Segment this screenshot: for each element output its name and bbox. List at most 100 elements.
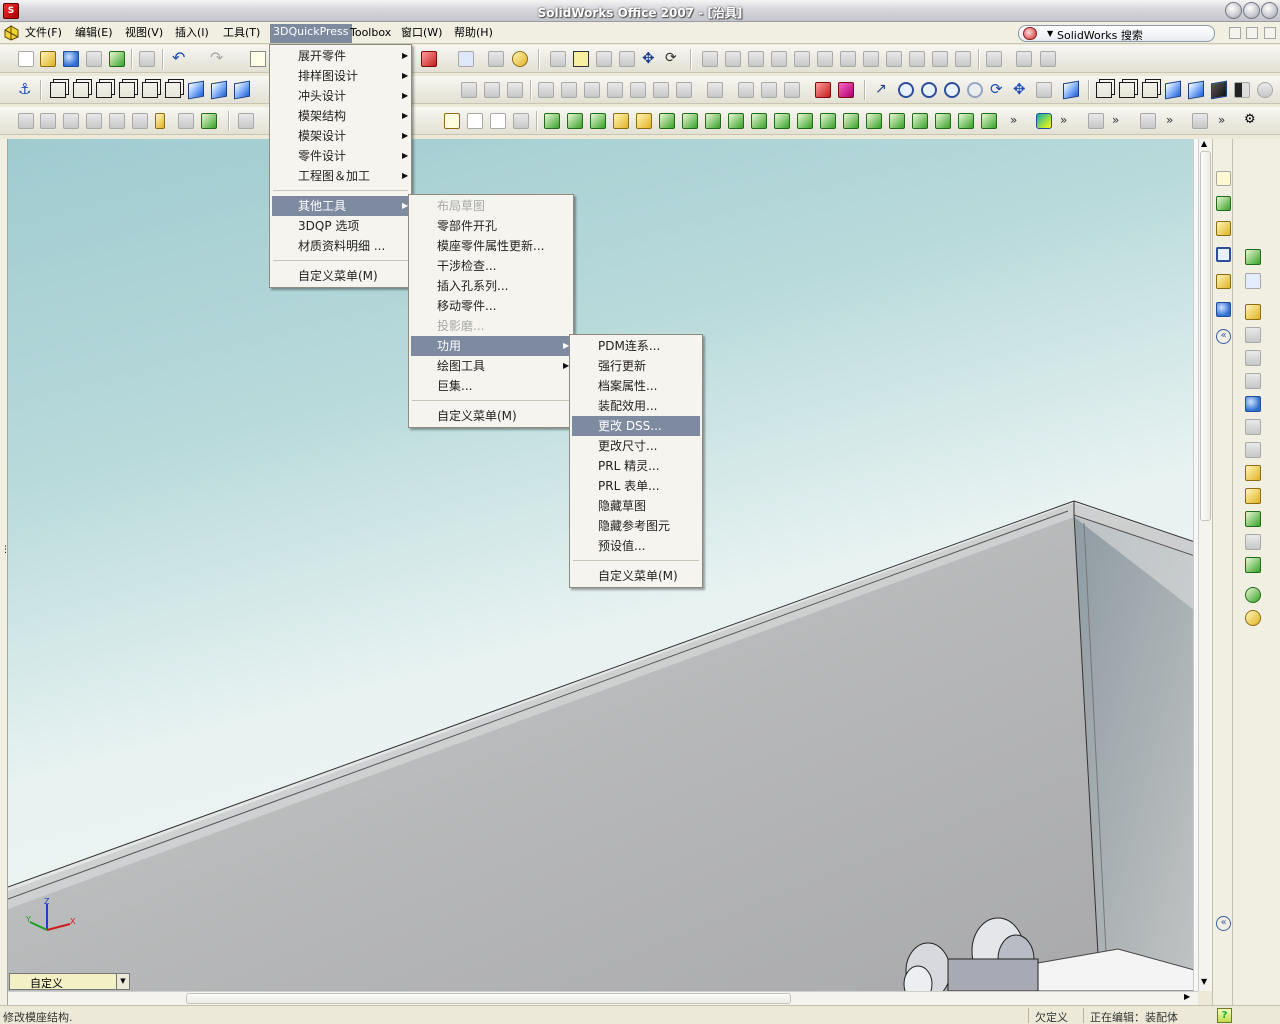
- sketch-icon-3[interactable]: [619, 51, 635, 67]
- vertical-scrollbar[interactable]: ▲ ▼: [1198, 139, 1212, 991]
- 3dqp-tool-icon-7[interactable]: [155, 113, 165, 129]
- anchor-icon[interactable]: ⚓: [18, 82, 34, 98]
- feature-icon-15[interactable]: [1040, 51, 1056, 67]
- assembly-tool-icon-16[interactable]: [1245, 610, 1261, 626]
- assembly-tool-icon-4[interactable]: [1245, 327, 1261, 343]
- feature-icon-4[interactable]: [771, 51, 787, 67]
- doc-minimize-button[interactable]: [1229, 27, 1241, 39]
- layer-icon[interactable]: [1088, 113, 1104, 129]
- file-explorer-icon[interactable]: [1216, 221, 1231, 236]
- sketch-icon-1[interactable]: [550, 51, 566, 67]
- open-folder-icon[interactable]: [40, 51, 56, 67]
- redo-icon[interactable]: ↷: [210, 50, 226, 67]
- undo-icon[interactable]: ↶: [172, 50, 188, 67]
- doc-restore-button[interactable]: [1246, 27, 1258, 39]
- menu-item-customize-menu[interactable]: 自定义菜单(M): [411, 406, 571, 426]
- menu-item-hide-reference[interactable]: 隐藏参考图元: [572, 516, 700, 536]
- sheetmetal-icon-3[interactable]: [507, 82, 523, 98]
- menu-item-customize-menu[interactable]: 自定义菜单(M): [272, 266, 409, 286]
- feature-icon-6[interactable]: [817, 51, 833, 67]
- trimetric-view-icon[interactable]: [211, 80, 227, 100]
- feature-icon-8[interactable]: [863, 51, 879, 67]
- feature-icon-10[interactable]: [909, 51, 925, 67]
- file-properties-icon[interactable]: [488, 51, 504, 67]
- mold-icon-5[interactable]: [636, 113, 652, 129]
- menu-item-die-structure[interactable]: 模架结构 ▶: [272, 106, 409, 126]
- sheetmetal-icon-4[interactable]: [538, 82, 554, 98]
- menu-item-drawing-machining[interactable]: 工程图＆加工 ▶: [272, 166, 409, 186]
- menu-item-utilities[interactable]: 功用 ▶: [411, 336, 571, 356]
- toolbar-overflow-icon[interactable]: »: [1060, 113, 1067, 127]
- rotate-view-icon[interactable]: ⟳: [990, 82, 1006, 98]
- zoom-to-area-icon[interactable]: [898, 82, 914, 98]
- mold-icon-13[interactable]: [820, 113, 836, 129]
- sheetmetal-icon-6[interactable]: [584, 82, 600, 98]
- close-button[interactable]: [1261, 2, 1278, 19]
- shaded-with-edges-icon[interactable]: [1165, 80, 1181, 100]
- feature-icon-11[interactable]: [932, 51, 948, 67]
- sheetmetal-icon-7[interactable]: [607, 82, 623, 98]
- assembly-tool-icon-14[interactable]: [1245, 557, 1261, 573]
- 3dqp-tool-icon-8[interactable]: [178, 113, 194, 129]
- hidden-lines-removed-icon[interactable]: [1142, 82, 1158, 98]
- previous-view-icon[interactable]: [967, 82, 983, 98]
- wireframe-icon[interactable]: [1096, 82, 1112, 98]
- configuration-dropdown[interactable]: 自定义 ▼: [9, 973, 130, 990]
- design-library-icon[interactable]: [1216, 196, 1231, 211]
- assembly-tool-icon-2[interactable]: [1245, 273, 1261, 289]
- 3dqp-tool-icon-4[interactable]: [86, 113, 102, 129]
- 3dqp-tool-icon-6[interactable]: [132, 113, 148, 129]
- toolbar-overflow-icon[interactable]: »: [1112, 113, 1119, 127]
- dimetric-view-icon[interactable]: [234, 80, 250, 100]
- feature-icon-7[interactable]: [840, 51, 856, 67]
- 3dqp-tool-icon-10[interactable]: [238, 113, 254, 129]
- 3dqp-tool-icon-2[interactable]: [40, 113, 56, 129]
- sketch-icon-2[interactable]: [596, 51, 612, 67]
- assembly-tool-icon-9[interactable]: [1245, 442, 1261, 458]
- menu-item-unfold-part[interactable]: 展开零件 ▶: [272, 46, 409, 66]
- filter-icon-4[interactable]: [513, 113, 529, 129]
- tool-icon-a[interactable]: [1140, 113, 1156, 129]
- tool-icon-c[interactable]: ⚙: [1244, 113, 1260, 129]
- collapse-pane-icon[interactable]: «: [1216, 329, 1231, 344]
- sheetmetal-icon-9[interactable]: [653, 82, 669, 98]
- menu-item-strip-layout[interactable]: 排样图设计 ▶: [272, 66, 409, 86]
- mold-icon-15[interactable]: [866, 113, 882, 129]
- scroll-right-icon[interactable]: ▶: [1184, 992, 1190, 1001]
- select-arrow-icon[interactable]: [250, 51, 266, 67]
- toolbar-overflow-icon[interactable]: »: [1166, 113, 1173, 127]
- save-icon[interactable]: [63, 51, 79, 67]
- menu-item-3dqp-options[interactable]: 3DQP 选项: [272, 216, 409, 236]
- tool-icon-b[interactable]: [1192, 113, 1208, 129]
- appearance-icon[interactable]: [1036, 113, 1052, 129]
- filter-icon-2[interactable]: [467, 113, 483, 129]
- standard-views-icon[interactable]: [1063, 80, 1079, 100]
- zoom-to-selection-icon[interactable]: [944, 82, 960, 98]
- maximize-button[interactable]: [1243, 2, 1260, 19]
- menu-item-macro[interactable]: 巨集...: [411, 376, 571, 396]
- menu-tools[interactable]: 工具(T): [220, 25, 263, 43]
- menu-item-change-dss[interactable]: 更改 DSS...: [572, 416, 700, 436]
- menu-item-drawing-tools[interactable]: 绘图工具 ▶: [411, 356, 571, 376]
- assembly-tool-icon-8[interactable]: [1245, 419, 1261, 435]
- feature-manager-collapsed[interactable]: ⋮: [0, 139, 10, 1005]
- options-icon[interactable]: [458, 51, 474, 67]
- menu-item-interference-check[interactable]: 干涉检查...: [411, 256, 571, 276]
- sheetmetal-icon-10[interactable]: [676, 82, 692, 98]
- hidden-lines-visible-icon[interactable]: [1119, 82, 1135, 98]
- feature-icon-12[interactable]: [955, 51, 971, 67]
- mold-icon-19[interactable]: [958, 113, 974, 129]
- menu-item-insert-hole-series[interactable]: 插入孔系列...: [411, 276, 571, 296]
- assembly-tool-icon-13[interactable]: [1245, 534, 1261, 550]
- menu-3dquickpress[interactable]: 3DQuickPress: [270, 24, 352, 43]
- menu-item-material-bom[interactable]: 材质资料明细 ...: [272, 236, 409, 256]
- sheetmetal-icon-11[interactable]: [707, 82, 723, 98]
- assembly-tool-icon-6[interactable]: [1245, 373, 1261, 389]
- front-view-icon[interactable]: [50, 82, 66, 98]
- mold-icon-8[interactable]: [705, 113, 721, 129]
- menu-item-prl-wizard[interactable]: PRL 精灵...: [572, 456, 700, 476]
- vertical-scroll-thumb[interactable]: [1200, 151, 1211, 521]
- feature-icon-2[interactable]: [725, 51, 741, 67]
- mold-icon-3[interactable]: [590, 113, 606, 129]
- mold-icon-1[interactable]: [544, 113, 560, 129]
